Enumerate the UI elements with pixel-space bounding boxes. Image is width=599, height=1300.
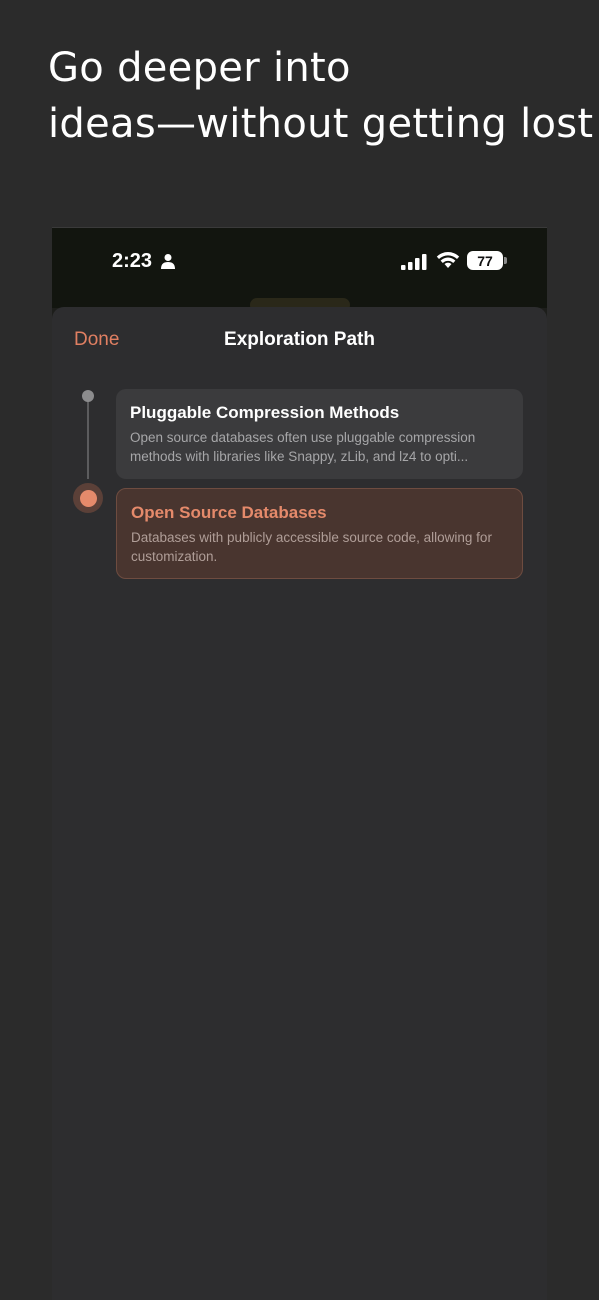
timeline-connector bbox=[87, 397, 89, 479]
timeline-node-active bbox=[73, 483, 103, 513]
person-icon bbox=[161, 254, 175, 269]
promo-headline-line-1: Go deeper into bbox=[48, 45, 351, 91]
path-item-title: Open Source Databases bbox=[131, 503, 327, 522]
path-item-card[interactable]: Pluggable Compression Methods Open sourc… bbox=[116, 389, 523, 479]
path-item-description: Databases with publicly accessible sourc… bbox=[131, 530, 492, 564]
path-item-title: Pluggable Compression Methods bbox=[130, 403, 400, 422]
status-bar: 2:23 77 bbox=[52, 228, 547, 312]
sheet-title: Exploration Path bbox=[224, 329, 375, 350]
path-item-description: Open source databases often use pluggabl… bbox=[130, 430, 476, 464]
battery-level: 77 bbox=[477, 252, 493, 269]
wifi-icon bbox=[436, 252, 460, 268]
path-item-card-active[interactable]: Open Source Databases Databases with pub… bbox=[116, 488, 523, 579]
promo-headline: Go deeper into ideas—without getting los… bbox=[48, 40, 594, 152]
status-time: 2:23 bbox=[112, 250, 153, 272]
cellular-signal-icon bbox=[401, 254, 427, 270]
exploration-path-sheet: Done Exploration Path Pluggable Compress… bbox=[52, 307, 547, 1300]
timeline-node bbox=[82, 390, 94, 402]
promo-headline-line-2: ideas—without getting lost bbox=[48, 101, 594, 147]
battery-icon: 77 bbox=[467, 251, 507, 270]
phone-screenshot: 2:23 77 Done Exploration Path Pluggable … bbox=[52, 227, 547, 1300]
